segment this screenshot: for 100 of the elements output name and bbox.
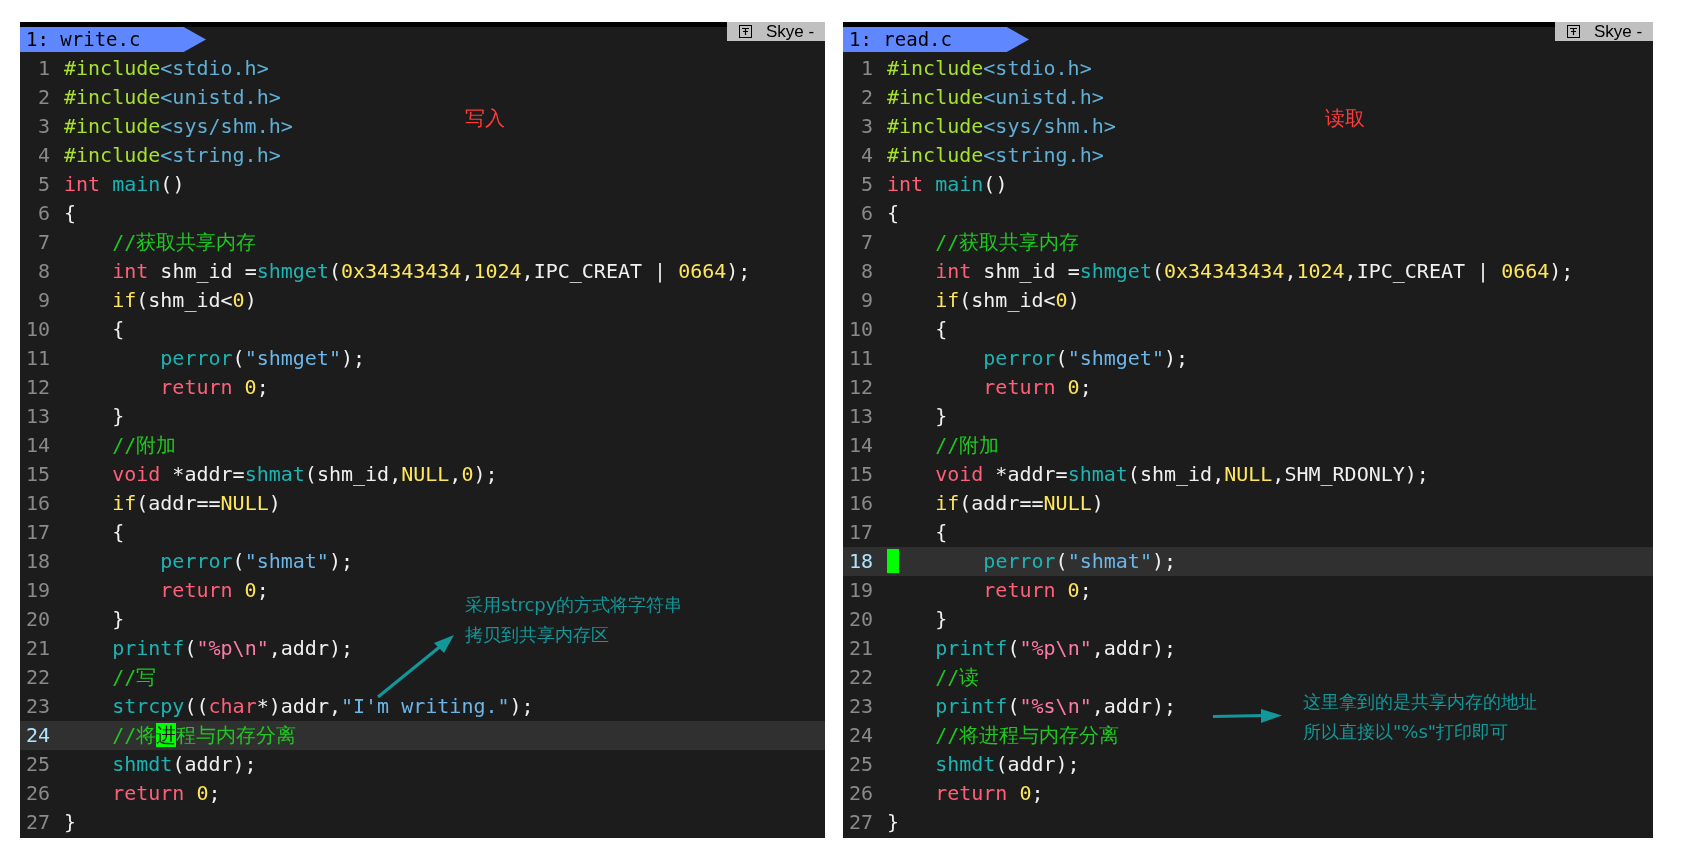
code-line: #include<sys/shm.h> xyxy=(887,113,1116,140)
line-number: 14 xyxy=(24,432,50,459)
code-line: } xyxy=(887,809,900,836)
code-line: { xyxy=(64,200,77,227)
code-line: perror("shmget"); xyxy=(159,345,366,372)
line-number: 10 xyxy=(847,316,873,343)
code-line: return 0; xyxy=(982,577,1092,604)
line-number: 22 xyxy=(847,664,873,691)
line-number: 27 xyxy=(24,809,50,836)
code-line: void *addr=shmat(shm_id,NULL,SHM_RDONLY); xyxy=(934,461,1429,488)
code-line: int main() xyxy=(887,171,1008,198)
line-number: 25 xyxy=(847,751,873,778)
line-number: 13 xyxy=(847,403,873,430)
code-line: perror("shmat"); xyxy=(887,547,1177,576)
code-line: perror("shmget"); xyxy=(982,345,1189,372)
line-number: 11 xyxy=(24,345,50,372)
line-number: 2 xyxy=(36,84,50,111)
code-line: return 0; xyxy=(982,374,1092,401)
code-line: } xyxy=(111,403,125,430)
code-line: return 0; xyxy=(111,780,221,807)
status-label: Skye - xyxy=(1594,21,1643,42)
line-number: 24 xyxy=(847,722,873,749)
code-line: //附加 xyxy=(111,432,177,459)
line-number: 10 xyxy=(24,316,50,343)
line-number: 12 xyxy=(24,374,50,401)
line-number: 6 xyxy=(859,200,873,227)
code-line: printf("%p\n",addr); xyxy=(111,635,353,662)
annotation-title: 读取 xyxy=(1325,105,1365,132)
code-line: strcpy((char*)addr,"I'm writing."); xyxy=(111,693,534,720)
line-number: 26 xyxy=(24,780,50,807)
line-number: 3 xyxy=(859,113,873,140)
line-number: 16 xyxy=(24,490,50,517)
code-line: { xyxy=(934,519,948,546)
line-number: 14 xyxy=(847,432,873,459)
code-line: int shm_id =shmget(0x34343434,1024,IPC_CREAT | 0664); xyxy=(934,258,1574,285)
line-number: 8 xyxy=(859,258,873,285)
code-line: printf("%s\n",addr); xyxy=(934,693,1176,720)
line-number: 20 xyxy=(24,606,50,633)
code-line: return 0; xyxy=(934,780,1044,807)
file-tab[interactable]: 1: read.c xyxy=(843,27,1029,52)
line-number: 26 xyxy=(847,780,873,807)
line-number: 24 xyxy=(24,722,50,749)
line-number: 6 xyxy=(36,200,50,227)
code-line: shmdt(addr); xyxy=(934,751,1080,778)
line-number: 3 xyxy=(36,113,50,140)
code-line: //获取共享内存 xyxy=(111,229,257,256)
code-line: shmdt(addr); xyxy=(111,751,257,778)
line-number: 23 xyxy=(847,693,873,720)
line-number: 5 xyxy=(36,171,50,198)
annotation-note: 采用strcpy的方式将字符串 拷贝到共享内存区 xyxy=(465,593,683,647)
line-number: 27 xyxy=(847,809,873,836)
code-line: //将进程与内存分离 xyxy=(934,722,1120,749)
line-number: 17 xyxy=(847,519,873,546)
line-number: 4 xyxy=(36,142,50,169)
code-line: #include<unistd.h> xyxy=(64,84,281,111)
line-number: 1 xyxy=(36,55,50,82)
pin-icon xyxy=(1567,25,1580,38)
line-number: 12 xyxy=(847,374,873,401)
code-line: #include<string.h> xyxy=(887,142,1104,169)
code-line: //写 xyxy=(111,664,157,691)
arrow xyxy=(1211,708,1283,724)
code-line: //获取共享内存 xyxy=(934,229,1080,256)
code-line: { xyxy=(887,200,900,227)
line-number: 19 xyxy=(847,577,873,604)
code-line: } xyxy=(934,403,948,430)
code-line: { xyxy=(111,316,125,343)
code-line: if(addr==NULL) xyxy=(934,490,1104,517)
line-number: 7 xyxy=(36,229,50,256)
line-number: 1 xyxy=(859,55,873,82)
code-line: #include<string.h> xyxy=(64,142,281,169)
line-number: 21 xyxy=(847,635,873,662)
line-number: 8 xyxy=(36,258,50,285)
line-number: 20 xyxy=(847,606,873,633)
code-line: printf("%p\n",addr); xyxy=(934,635,1176,662)
code-line: int shm_id =shmget(0x34343434,1024,IPC_CREAT | 0664); xyxy=(111,258,751,285)
line-number: 4 xyxy=(859,142,873,169)
pin-icon xyxy=(739,25,752,38)
code-line: #include<stdio.h> xyxy=(887,55,1092,82)
line-number: 19 xyxy=(24,577,50,604)
code-line: //读 xyxy=(934,664,980,691)
code-line: return 0; xyxy=(159,374,269,401)
file-tab[interactable]: 1: write.c xyxy=(20,27,206,52)
code-line: int main() xyxy=(64,171,185,198)
line-number: 9 xyxy=(859,287,873,314)
line-number: 15 xyxy=(24,461,50,488)
line-number: 18 xyxy=(24,548,50,575)
code-line: { xyxy=(934,316,948,343)
line-number: 18 xyxy=(847,548,873,575)
line-number: 15 xyxy=(847,461,873,488)
line-number: 21 xyxy=(24,635,50,662)
code-line: #include<sys/shm.h> xyxy=(64,113,293,140)
annotation-note: 这里拿到的是共享内存的地址 所以直接以"%s"打印即可 xyxy=(1303,690,1537,744)
code-line: #include<unistd.h> xyxy=(887,84,1104,111)
line-number: 11 xyxy=(847,345,873,372)
code-line: if(shm_id<0) xyxy=(111,287,257,314)
code-line: } xyxy=(64,809,77,836)
annotation-title: 写入 xyxy=(465,105,505,132)
code-line: if(addr==NULL) xyxy=(111,490,281,517)
code-line: } xyxy=(111,606,125,633)
line-number: 7 xyxy=(859,229,873,256)
